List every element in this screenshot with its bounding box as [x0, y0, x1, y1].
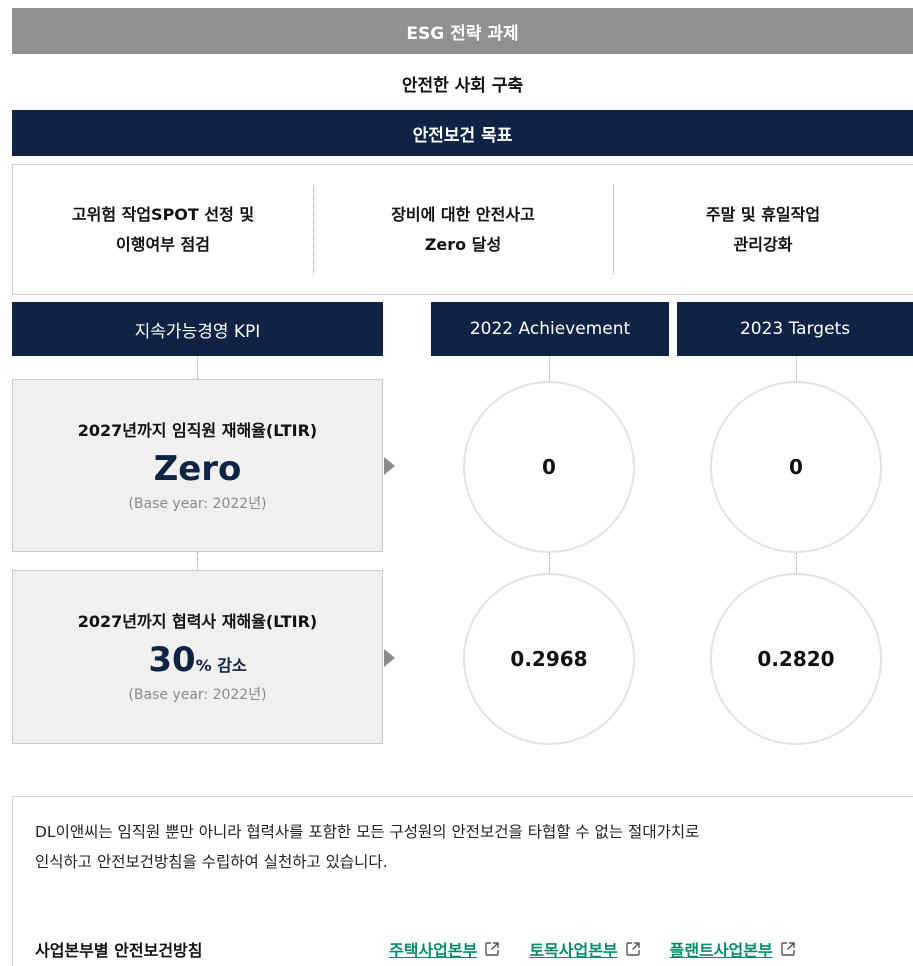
goal-line-1: 고위험 작업SPOT 선정 및 — [71, 204, 255, 224]
description-line: DL이앤씨는 임직원 뿐만 아니라 협력사를 포함한 모든 구성원의 안전보건을… — [35, 823, 700, 841]
policy-note-box: DL이앤씨는 임직원 뿐만 아니라 협력사를 포함한 모든 구성원의 안전보건을… — [12, 796, 913, 966]
strategy-subtitle: 안전한 사회 구축 — [401, 75, 524, 96]
goal-line-2: Zero 달성 — [424, 234, 502, 254]
achievement-2022-circle: 0.2968 — [463, 573, 635, 745]
connector-line — [197, 356, 198, 379]
achievement-2022-value: 0 — [542, 455, 556, 479]
link-label: 토목사업본부 — [529, 941, 618, 960]
divider — [313, 185, 314, 274]
arrow-right-icon — [384, 457, 395, 475]
connector-line — [796, 553, 797, 573]
column-header-kpi: 지속가능경영 KPI — [12, 302, 383, 356]
kpi-title: 2027년까지 협력사 재해율(LTIR) — [77, 612, 318, 631]
achievement-2022-circle: 0 — [463, 381, 635, 553]
goal-line-2: 이행여부 점검 — [116, 234, 210, 254]
kpi-base-year: (Base year: 2022년) — [128, 687, 267, 703]
strategy-title: ESG 전략 과제 — [406, 23, 519, 44]
link-plant-division[interactable]: 플랜트사업본부 — [670, 937, 795, 961]
policy-label: 사업본부별 안전보건방침 — [35, 941, 203, 960]
arrow-right-icon — [384, 649, 395, 667]
goal-line-1: 주말 및 휴일작업 — [705, 204, 821, 224]
target-2023-circle: 0 — [710, 381, 882, 553]
kpi-card-employee: 2027년까지 임직원 재해율(LTIR) Zero (Base year: 2… — [12, 379, 383, 552]
connector-line — [197, 552, 198, 570]
column-header-2022: 2022 Achievement — [431, 302, 669, 356]
connector-line — [549, 356, 550, 381]
external-link-icon — [485, 942, 500, 956]
goal-item: 주말 및 휴일작업 관리강화 — [613, 165, 913, 294]
link-label: 주택사업본부 — [389, 941, 478, 960]
goals-panel: 고위험 작업SPOT 선정 및 이행여부 점검 장비에 대한 안전사고 Zero… — [12, 164, 913, 295]
policy-links: 주택사업본부 토목사업본부 플랜트사업본부 — [389, 937, 795, 961]
strategy-title-bar: ESG 전략 과제 — [12, 8, 913, 54]
kpi-suffix: % 감소 — [195, 656, 247, 675]
goal-title-bar: 안전보건 목표 — [12, 110, 913, 156]
connector-line — [549, 553, 550, 573]
kpi-base-year: (Base year: 2022년) — [128, 496, 267, 512]
achievement-2022-value: 0.2968 — [510, 647, 588, 671]
link-housing-division[interactable]: 주택사업본부 — [389, 937, 500, 961]
goal-line-1: 장비에 대한 안전사고 — [391, 204, 535, 224]
description-line: 인식하고 안전보건방침을 수립하여 실천하고 있습니다. — [35, 853, 388, 871]
link-label: 플랜트사업본부 — [669, 941, 773, 960]
target-2023-circle: 0.2820 — [710, 573, 882, 745]
column-header-2023: 2023 Targets — [677, 302, 913, 356]
external-link-icon — [625, 942, 640, 956]
kpi-title: 2027년까지 임직원 재해율(LTIR) — [77, 421, 318, 440]
external-link-icon — [781, 942, 795, 956]
divider — [613, 185, 614, 274]
goal-item: 고위험 작업SPOT 선정 및 이행여부 점검 — [13, 165, 313, 294]
goal-item: 장비에 대한 안전사고 Zero 달성 — [313, 165, 613, 294]
kpi-value: Zero — [153, 449, 242, 489]
link-civil-division[interactable]: 토목사업본부 — [529, 937, 640, 961]
connector-line — [796, 356, 797, 381]
kpi-card-partner: 2027년까지 협력사 재해율(LTIR) 30% 감소 (Base year:… — [12, 570, 383, 744]
kpi-value: 30 — [148, 640, 196, 680]
target-2023-value: 0 — [789, 455, 803, 479]
goal-title: 안전보건 목표 — [412, 125, 513, 146]
goal-line-2: 관리강화 — [733, 234, 793, 254]
policy-description: DL이앤씨는 임직원 뿐만 아니라 협력사를 포함한 모든 구성원의 안전보건을… — [35, 817, 903, 877]
target-2023-value: 0.2820 — [757, 647, 835, 671]
